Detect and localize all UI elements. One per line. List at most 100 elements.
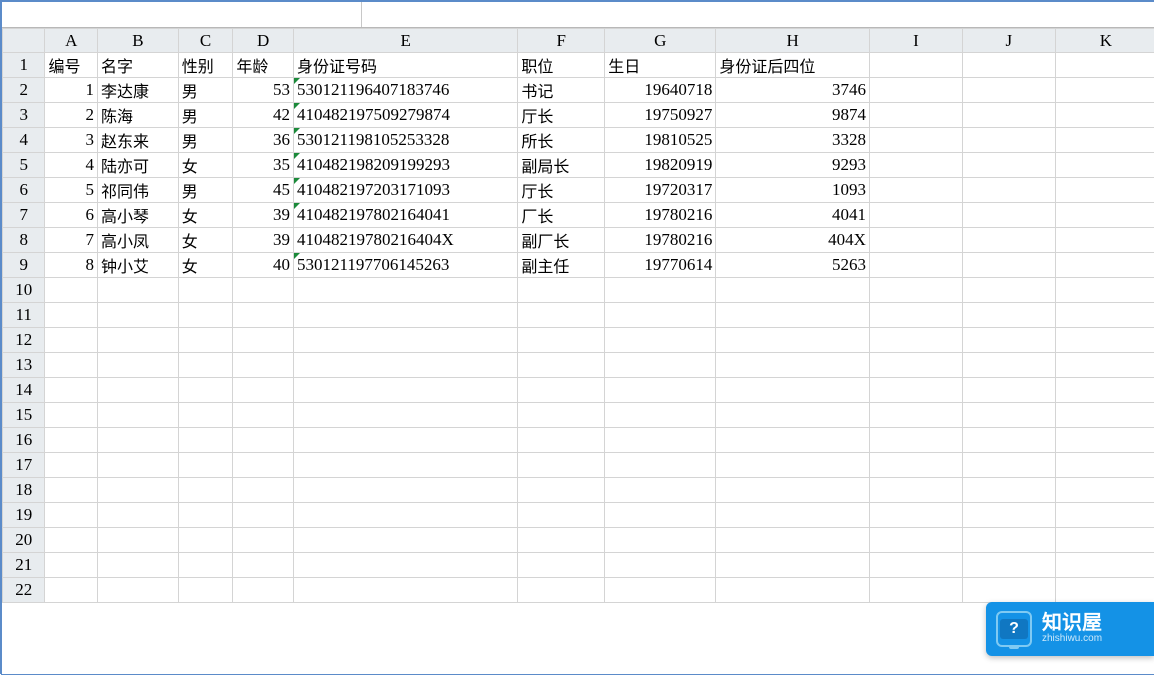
cell[interactable]	[45, 353, 98, 378]
cell-idnum[interactable]: 530121198105253328	[293, 128, 517, 153]
cell[interactable]	[45, 578, 98, 603]
cell-title[interactable]: 副局长	[518, 153, 605, 178]
cell[interactable]	[716, 403, 870, 428]
row-header[interactable]: 19	[3, 503, 45, 528]
cell[interactable]	[518, 403, 605, 428]
cell[interactable]	[962, 353, 1055, 378]
row-header[interactable]: 11	[3, 303, 45, 328]
col-header-J[interactable]: J	[962, 29, 1055, 53]
cell-age[interactable]: 40	[233, 253, 294, 278]
cell[interactable]	[518, 328, 605, 353]
cell-sex[interactable]: 男	[178, 178, 233, 203]
cell[interactable]	[869, 178, 962, 203]
cell[interactable]	[869, 578, 962, 603]
cell[interactable]	[97, 528, 178, 553]
cell[interactable]	[518, 578, 605, 603]
cell-title[interactable]: 副厂长	[518, 228, 605, 253]
cell[interactable]	[1055, 403, 1154, 428]
cell[interactable]	[233, 328, 294, 353]
cell[interactable]	[233, 453, 294, 478]
cell[interactable]	[45, 378, 98, 403]
cell[interactable]	[1055, 378, 1154, 403]
cell-name[interactable]: 高小凤	[97, 228, 178, 253]
col-header-B[interactable]: B	[97, 29, 178, 53]
cell[interactable]	[869, 428, 962, 453]
cell-idnum[interactable]: 410482197802164041	[293, 203, 517, 228]
cell[interactable]	[716, 503, 870, 528]
cell[interactable]	[518, 453, 605, 478]
cell[interactable]	[45, 553, 98, 578]
cell-bday[interactable]: 19750927	[605, 103, 716, 128]
cell-no[interactable]: 6	[45, 203, 98, 228]
cell-name[interactable]: 陈海	[97, 103, 178, 128]
cell[interactable]	[605, 453, 716, 478]
cell[interactable]	[178, 578, 233, 603]
cell-bday[interactable]: 19810525	[605, 128, 716, 153]
cell[interactable]	[716, 578, 870, 603]
cell-sex[interactable]: 男	[178, 103, 233, 128]
cell[interactable]	[605, 278, 716, 303]
cell[interactable]	[233, 553, 294, 578]
cell[interactable]	[869, 78, 962, 103]
cell[interactable]	[293, 578, 517, 603]
cell[interactable]	[178, 353, 233, 378]
cell-no[interactable]: 4	[45, 153, 98, 178]
cell[interactable]	[716, 478, 870, 503]
cell[interactable]	[962, 503, 1055, 528]
cell-name[interactable]: 高小琴	[97, 203, 178, 228]
cell-age[interactable]: 42	[233, 103, 294, 128]
cell[interactable]	[962, 278, 1055, 303]
cell[interactable]	[97, 578, 178, 603]
cell[interactable]	[605, 503, 716, 528]
cell[interactable]	[1055, 78, 1154, 103]
cell[interactable]	[869, 353, 962, 378]
cell[interactable]	[178, 328, 233, 353]
cell[interactable]	[45, 478, 98, 503]
cell[interactable]	[97, 553, 178, 578]
row-header[interactable]: 4	[3, 128, 45, 153]
cell[interactable]	[45, 503, 98, 528]
cell-title[interactable]: 书记	[518, 78, 605, 103]
cell[interactable]	[293, 303, 517, 328]
cell-idnum[interactable]: 410482197509279874	[293, 103, 517, 128]
spreadsheet-grid[interactable]: ABCDEFGHIJK 1编号名字性别年龄身份证号码职位生日身份证后四位21李达…	[2, 28, 1154, 674]
cell[interactable]	[1055, 453, 1154, 478]
cell-last4[interactable]: 5263	[716, 253, 870, 278]
cell[interactable]	[1055, 503, 1154, 528]
row-header[interactable]: 20	[3, 528, 45, 553]
cell[interactable]	[293, 478, 517, 503]
hdr-age[interactable]: 年龄	[233, 53, 294, 78]
cell[interactable]	[1055, 228, 1154, 253]
cell[interactable]	[178, 303, 233, 328]
cell[interactable]	[45, 303, 98, 328]
cell[interactable]	[1055, 178, 1154, 203]
cell[interactable]	[178, 528, 233, 553]
cell-last4[interactable]: 3328	[716, 128, 870, 153]
row-header[interactable]: 21	[3, 553, 45, 578]
cell[interactable]	[518, 553, 605, 578]
row-header[interactable]: 12	[3, 328, 45, 353]
cell[interactable]	[605, 553, 716, 578]
cell[interactable]	[716, 528, 870, 553]
cell[interactable]	[962, 328, 1055, 353]
cell-no[interactable]: 7	[45, 228, 98, 253]
col-header-D[interactable]: D	[233, 29, 294, 53]
cell[interactable]	[869, 378, 962, 403]
cell[interactable]	[178, 403, 233, 428]
cell[interactable]	[97, 453, 178, 478]
cell[interactable]	[962, 153, 1055, 178]
cell-name[interactable]: 陆亦可	[97, 153, 178, 178]
cell[interactable]	[605, 528, 716, 553]
cell[interactable]	[518, 428, 605, 453]
cell[interactable]	[518, 478, 605, 503]
cell-age[interactable]: 36	[233, 128, 294, 153]
cell[interactable]	[716, 428, 870, 453]
col-header-G[interactable]: G	[605, 29, 716, 53]
cell[interactable]	[962, 303, 1055, 328]
cell[interactable]	[869, 153, 962, 178]
cell[interactable]	[869, 478, 962, 503]
cell[interactable]	[178, 503, 233, 528]
select-all-corner[interactable]	[3, 29, 45, 53]
cell[interactable]	[869, 228, 962, 253]
cell[interactable]	[97, 403, 178, 428]
